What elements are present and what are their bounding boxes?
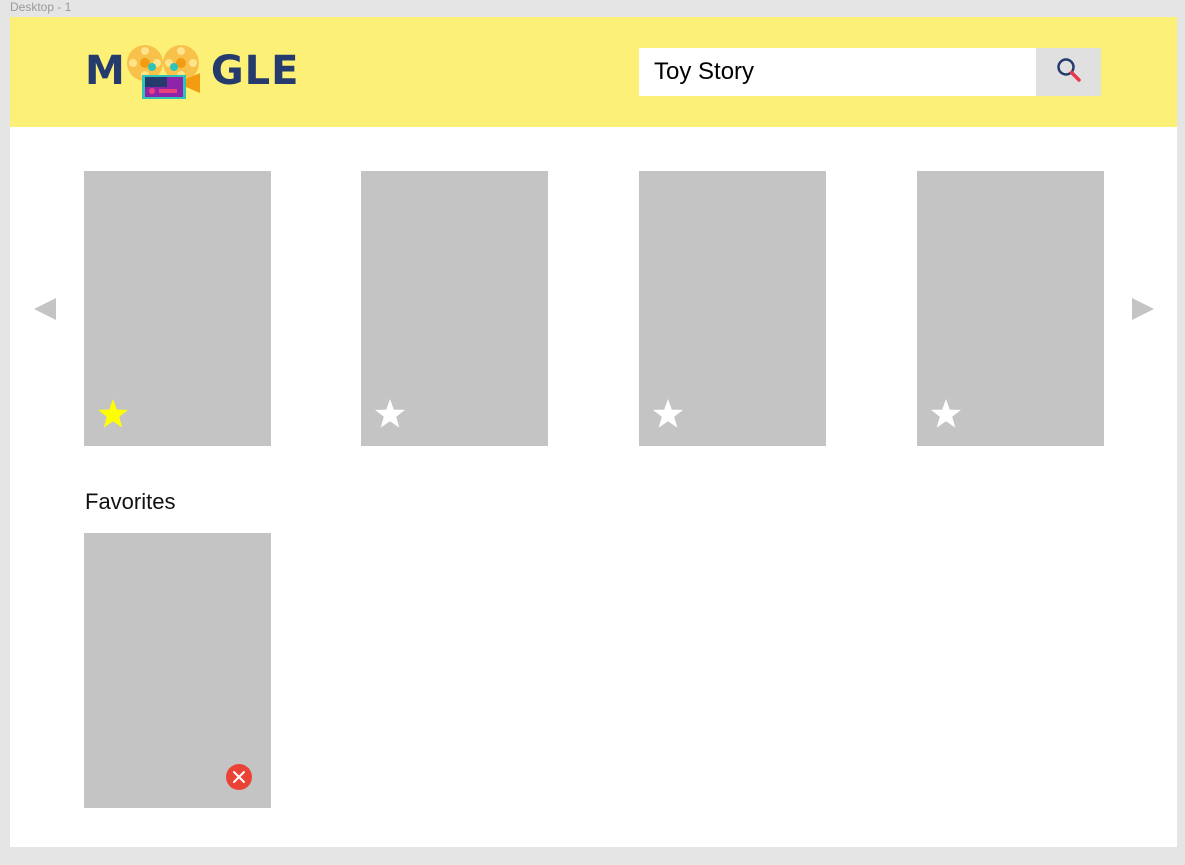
logo-suffix: GLE [210, 48, 300, 94]
triangle-left-icon [34, 298, 56, 320]
star-icon[interactable] [97, 398, 129, 430]
movie-card[interactable] [639, 171, 826, 446]
search-bar [639, 48, 1101, 96]
desktop-frame: M GLE Toy Story Favorites [10, 17, 1177, 847]
favorites-heading: Favorites [85, 489, 176, 514]
star-icon[interactable] [652, 398, 684, 430]
close-icon [233, 771, 245, 783]
search-button[interactable] [1036, 48, 1101, 96]
logo-prefix: M [85, 48, 126, 94]
remove-favorite-button[interactable] [226, 764, 252, 790]
triangle-right-icon [1132, 298, 1154, 320]
star-icon[interactable] [930, 398, 962, 430]
search-icon [1055, 56, 1083, 89]
header-bar: M GLE Toy Story [10, 17, 1177, 127]
frame-label: Desktop - 1 [10, 0, 72, 14]
movie-card[interactable] [361, 171, 548, 446]
logo[interactable]: M GLE [85, 41, 299, 101]
favorite-card[interactable] [84, 533, 271, 808]
carousel-next-button[interactable] [1128, 294, 1158, 324]
movie-card[interactable] [917, 171, 1104, 446]
carousel-prev-button[interactable] [30, 294, 60, 324]
movie-card[interactable] [84, 171, 271, 446]
film-reel-projector-icon [126, 41, 211, 101]
star-icon[interactable] [374, 398, 406, 430]
search-input[interactable] [639, 48, 1036, 96]
